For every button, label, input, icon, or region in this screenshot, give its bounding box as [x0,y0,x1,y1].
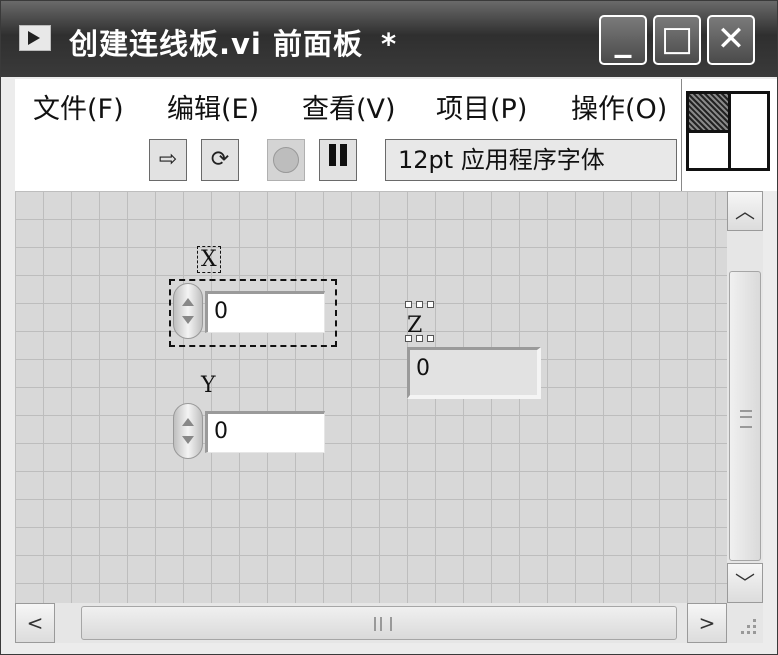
pause-icon [327,140,349,180]
pause-button[interactable] [319,139,357,181]
window-title-text: 创建连线板.vi 前面板 [69,27,363,61]
menu-project[interactable]: 项目(P) [436,87,527,126]
vertical-scrollbar[interactable]: ︿ ﹀ [727,191,763,603]
font-selector[interactable]: 12pt 应用程序字体 [385,139,677,181]
run-continuously-button[interactable]: ⟳ [201,139,239,181]
x-label[interactable]: X [197,246,221,273]
y-numeric-control[interactable]: 0 [205,411,325,453]
z-numeric-indicator: 0 [407,347,541,399]
x-increment-decrement[interactable] [173,283,203,339]
connector-pane-icon [686,91,770,171]
scroll-left-icon: < [26,611,44,635]
abort-button[interactable] [267,139,305,181]
y-increment-decrement[interactable] [173,403,203,459]
menu-file[interactable]: 文件(F) [33,87,124,126]
title-bar[interactable]: 创建连线板.vi 前面板 * _ □ ✕ [1,1,777,77]
vi-front-panel-icon [19,25,51,51]
maximize-button[interactable]: □ [653,15,701,65]
menu-operate[interactable]: 操作(O) [571,87,667,126]
horizontal-scrollbar[interactable]: < > [15,603,727,643]
minimize-button[interactable]: _ [599,15,647,65]
menu-edit[interactable]: 编辑(E) [167,87,259,126]
modified-marker: * [380,27,398,61]
vi-front-panel-window: 创建连线板.vi 前面板 * _ □ ✕ 文件(F) 编辑(E) 查看(V) 项目… [0,0,778,655]
resize-grip[interactable] [727,603,763,643]
vertical-scroll-thumb[interactable] [729,271,761,561]
scroll-left-button[interactable]: < [15,603,55,643]
scroll-up-icon: ︿ [735,199,755,223]
connector-pane[interactable] [681,79,777,191]
menu-view[interactable]: 查看(V) [302,87,396,126]
maximize-icon: □ [660,19,694,59]
scroll-up-button[interactable]: ︿ [727,191,763,231]
run-button[interactable]: ⇨ [149,139,187,181]
scroll-right-icon: > [698,611,716,635]
run-continuously-icon: ⟳ [210,147,230,172]
window-title: 创建连线板.vi 前面板 * [69,21,397,63]
scroll-right-button[interactable]: > [687,603,727,643]
menu-bar: 文件(F) 编辑(E) 查看(V) 项目(P) 操作(O) [15,79,681,129]
run-arrow-icon: ⇨ [158,147,178,172]
scroll-down-button[interactable]: ﹀ [727,563,763,603]
toolbar: ⇨ ⟳ 12pt 应用程序字体 [15,129,681,191]
scroll-down-icon: ﹀ [735,571,755,595]
abort-execution-icon [273,147,299,173]
minimize-icon: _ [614,19,632,59]
horizontal-scroll-thumb[interactable] [81,606,677,640]
y-label: Y [201,373,216,398]
x-numeric-control[interactable]: 0 [205,291,325,333]
close-icon: ✕ [716,19,746,59]
z-label: Z [407,313,423,338]
close-button[interactable]: ✕ [707,15,755,65]
front-panel-canvas[interactable]: X 0 Y 0 Z 0 [15,191,727,603]
